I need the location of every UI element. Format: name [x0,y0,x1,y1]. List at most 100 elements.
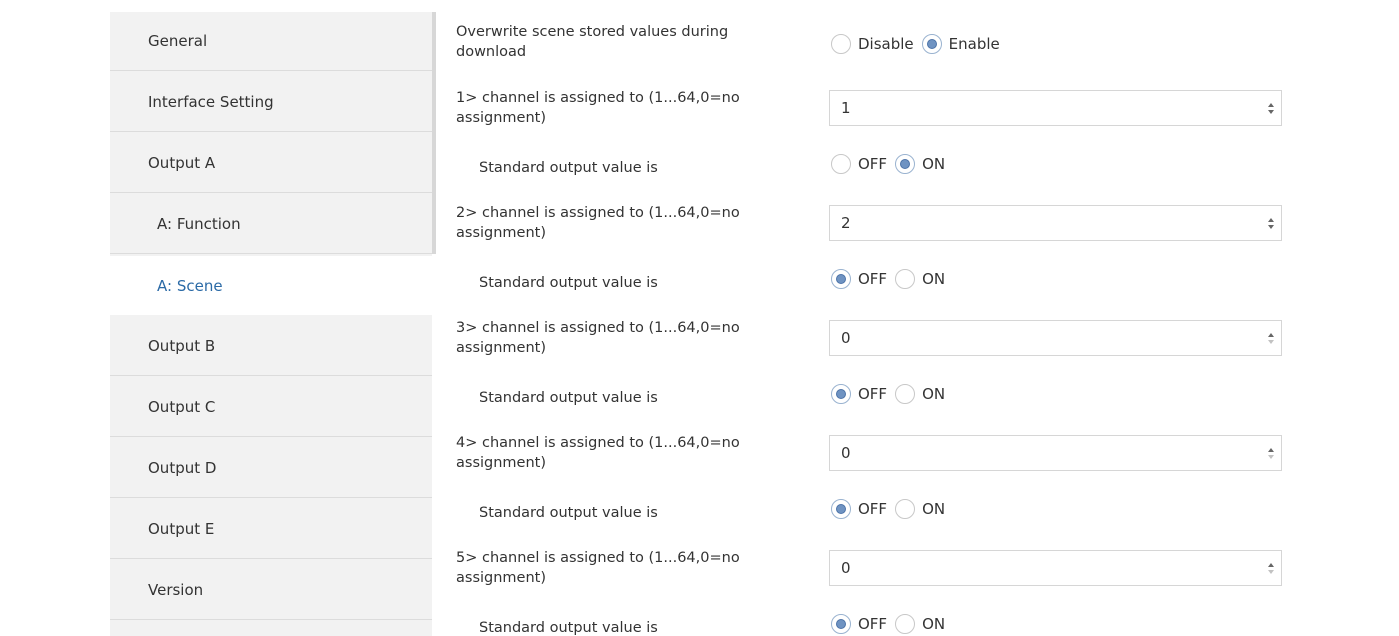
spin-arrows[interactable] [1261,551,1281,585]
overwrite-label-line2: download [456,44,527,60]
radio-unchecked-icon [831,34,851,54]
chevron-down-icon[interactable] [1268,109,1274,114]
channel-label-line2: assignment) [456,110,546,126]
sidebar-item-label: A: Function [157,215,241,233]
spin-arrows[interactable] [1261,91,1281,125]
radio-unchecked-icon [895,384,916,404]
radio-label: ON [922,615,946,633]
radio-checked-icon [895,154,916,174]
channel-1-off-radio[interactable]: OFF [831,154,887,174]
channel-1-spinbox[interactable]: 1 [829,90,1282,126]
channel-5-off-radio[interactable]: OFF [831,614,887,634]
sidebar-item-label: Output C [148,398,216,416]
channel-4-spinbox[interactable]: 0 [829,435,1282,471]
channel-2-spinbox[interactable]: 2 [829,205,1282,241]
channel-4-value[interactable]: 0 [830,444,1261,462]
channel-1-on-radio[interactable]: ON [895,154,945,174]
channel-3-on-radio[interactable]: ON [895,384,945,404]
channel-3-spinbox[interactable]: 0 [829,320,1282,356]
chevron-down-icon[interactable] [1268,339,1274,344]
parameter-panel: Overwrite scene stored values during dow… [436,12,1285,636]
radio-label: Disable [858,35,914,53]
channel-4-off-radio[interactable]: OFF [831,499,887,519]
channel-5-label: 5> channel is assigned to (1...64,0=no a… [456,548,816,588]
channel-3-value[interactable]: 0 [830,329,1261,347]
channel-label-line1: 2> channel is assigned to (1...64,0=no [456,205,740,221]
sidebar: General Interface Setting Output A A: Fu… [110,12,436,636]
sidebar-item-label: Output E [148,520,215,538]
radio-label: ON [922,500,946,518]
sidebar-item-label: General [148,32,208,50]
channel-2-output-label: Standard output value is [479,275,658,291]
channel-3-output-radio-group: OFF ON [831,382,953,406]
overwrite-enable-radio[interactable]: Enable [921,34,1000,54]
chevron-up-icon[interactable] [1268,332,1274,337]
channel-1-value[interactable]: 1 [830,99,1261,117]
channel-3-off-radio[interactable]: OFF [831,384,887,404]
channel-4-label: 4> channel is assigned to (1...64,0=no a… [456,433,816,473]
chevron-up-icon[interactable] [1268,217,1274,222]
radio-label: ON [922,270,946,288]
channel-5-on-radio[interactable]: ON [895,614,945,634]
overwrite-label: Overwrite scene stored values during dow… [456,22,816,62]
radio-label: OFF [858,385,888,403]
radio-label: OFF [858,155,888,173]
sidebar-item-interface-setting[interactable]: Interface Setting [110,73,432,132]
sidebar-item-output-c[interactable]: Output C [110,378,432,437]
radio-label: ON [922,155,946,173]
radio-unchecked-icon [831,154,851,174]
spin-arrows[interactable] [1261,321,1281,355]
sidebar-item-output-e[interactable]: Output E [110,500,432,559]
channel-2-output-radio-group: OFF ON [831,267,953,291]
radio-unchecked-icon [895,614,916,634]
channel-label-line2: assignment) [456,570,546,586]
channel-1-label: 1> channel is assigned to (1...64,0=no a… [456,88,816,128]
channel-3-output-label: Standard output value is [479,390,658,406]
spin-arrows[interactable] [1261,206,1281,240]
channel-label-line1: 4> channel is assigned to (1...64,0=no [456,435,740,451]
channel-label-line2: assignment) [456,340,546,356]
chevron-up-icon[interactable] [1268,562,1274,567]
radio-checked-icon [831,269,851,289]
channel-5-spinbox[interactable]: 0 [829,550,1282,586]
radio-label: OFF [858,270,888,288]
chevron-down-icon[interactable] [1268,569,1274,574]
channel-1-output-radio-group: OFF ON [831,152,953,176]
channel-5-value[interactable]: 0 [830,559,1261,577]
sidebar-item-a-function[interactable]: A: Function [110,195,432,254]
radio-checked-icon [831,614,851,634]
sidebar-item-label: Output A [148,154,216,172]
chevron-up-icon[interactable] [1268,447,1274,452]
channel-label-line1: 3> channel is assigned to (1...64,0=no [456,320,740,336]
overwrite-disable-radio[interactable]: Disable [831,34,914,54]
channel-label-line1: 1> channel is assigned to (1...64,0=no [456,90,740,106]
channel-4-on-radio[interactable]: ON [895,499,945,519]
channel-2-off-radio[interactable]: OFF [831,269,887,289]
chevron-down-icon[interactable] [1268,454,1274,459]
chevron-down-icon[interactable] [1268,224,1274,229]
spin-arrows[interactable] [1261,436,1281,470]
radio-label: OFF [858,615,888,633]
channel-2-on-radio[interactable]: ON [895,269,945,289]
overwrite-radio-group: Disable Enable [831,32,1008,56]
sidebar-item-a-scene[interactable]: A: Scene [110,256,436,315]
sidebar-item-label: Version [148,581,204,599]
channel-1-output-label: Standard output value is [479,160,658,176]
chevron-up-icon[interactable] [1268,102,1274,107]
sidebar-item-output-d[interactable]: Output D [110,439,432,498]
channel-4-output-radio-group: OFF ON [831,497,953,521]
sidebar-item-label: Interface Setting [148,93,274,111]
radio-label: Enable [948,35,1000,53]
channel-5-output-radio-group: OFF ON [831,612,953,636]
radio-label: OFF [858,500,888,518]
sidebar-item-general[interactable]: General [110,12,432,71]
radio-label: ON [922,385,946,403]
radio-unchecked-icon [895,269,916,289]
sidebar-item-output-a[interactable]: Output A [110,134,432,193]
radio-unchecked-icon [895,499,916,519]
radio-checked-icon [831,384,851,404]
sidebar-item-version[interactable]: Version [110,561,432,620]
radio-checked-icon [831,499,851,519]
channel-2-value[interactable]: 2 [830,214,1261,232]
sidebar-item-output-b[interactable]: Output B [110,317,432,376]
